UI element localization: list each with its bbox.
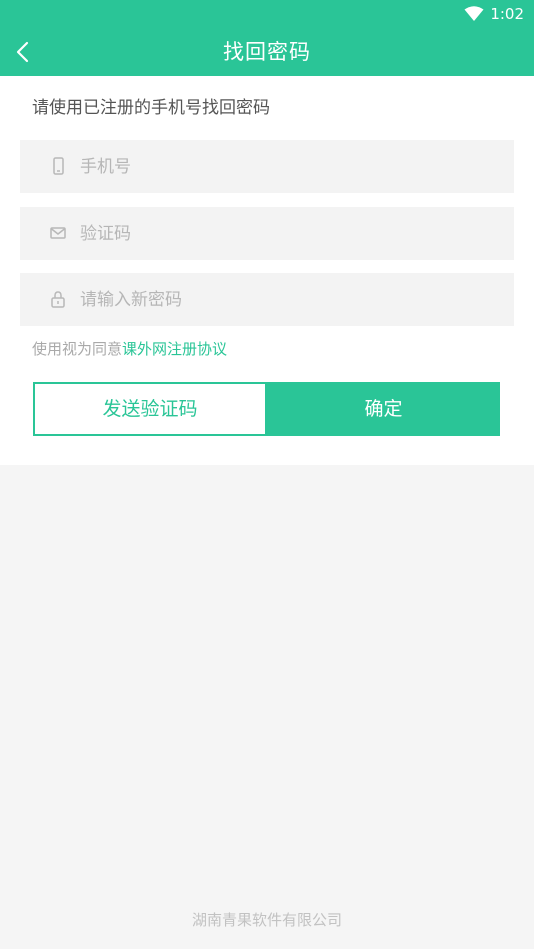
status-bar: 1:02	[0, 0, 534, 28]
password-input[interactable]	[80, 273, 480, 326]
page-title: 找回密码	[223, 40, 311, 64]
code-field[interactable]	[20, 207, 514, 260]
form-hint: 请使用已注册的手机号找回密码	[32, 98, 270, 118]
action-buttons: 发送验证码 确定	[33, 382, 500, 436]
password-field[interactable]	[20, 273, 514, 326]
code-input[interactable]	[80, 207, 480, 260]
agreement-text: 使用视为同意课外网注册协议	[32, 339, 227, 359]
phone-field[interactable]	[20, 140, 514, 193]
send-code-button[interactable]: 发送验证码	[33, 382, 267, 436]
reset-form-card: 请使用已注册的手机号找回密码 使用视为同意课外网注册协议 发送验证码 确定	[0, 76, 534, 465]
status-time: 1:02	[490, 5, 524, 23]
company-footer: 湖南青果软件有限公司	[191, 911, 342, 929]
lock-icon	[51, 291, 65, 308]
agreement-prefix: 使用视为同意	[32, 340, 123, 358]
mail-icon	[50, 227, 66, 239]
app-bar: 找回密码	[0, 28, 534, 76]
phone-icon	[53, 157, 64, 175]
confirm-button[interactable]: 确定	[267, 382, 500, 436]
wifi-icon	[464, 6, 484, 21]
phone-input[interactable]	[80, 140, 480, 193]
agreement-link[interactable]: 课外网注册协议	[122, 340, 227, 358]
